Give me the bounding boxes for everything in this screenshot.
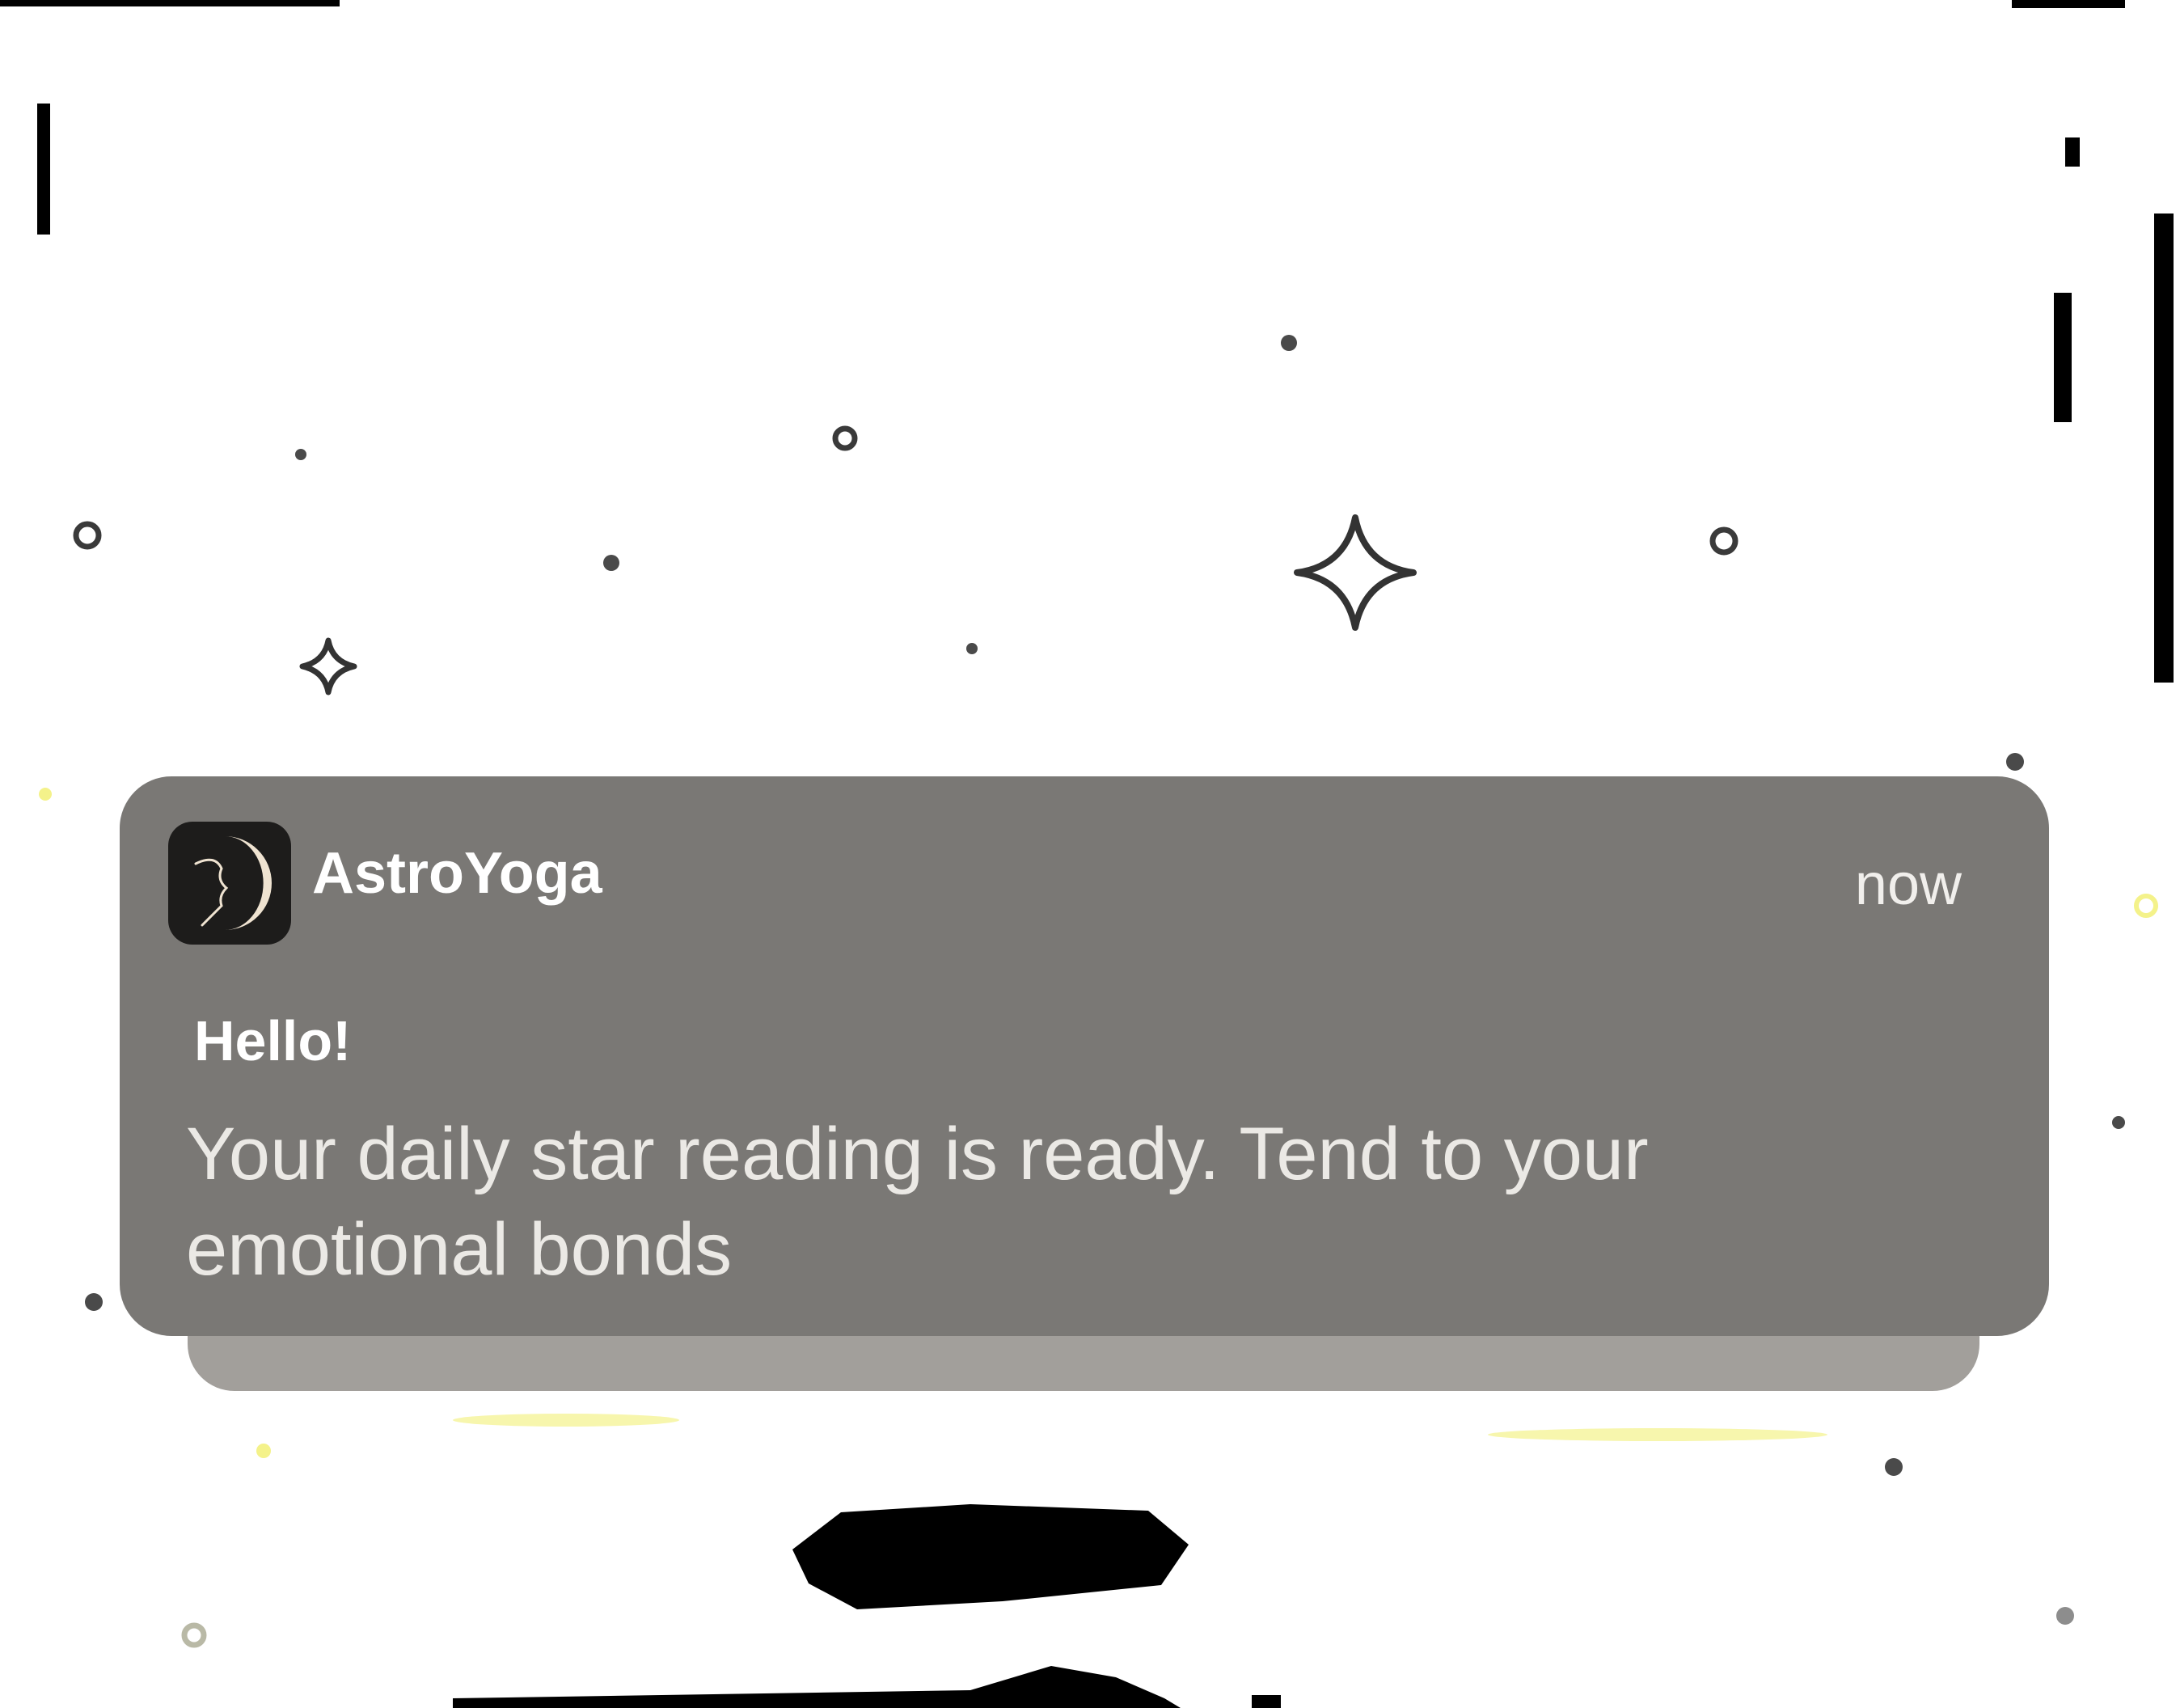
moon-crescent [225,836,272,930]
star-dot-icon [2112,1116,2125,1129]
sparkle-icon [1294,514,1417,631]
edge-artifact [453,1666,1181,1708]
edge-artifact [2054,293,2072,422]
notification-title: Hello! [194,1009,352,1072]
crescent-moon-face-icon [168,822,291,945]
glow-artifact [1488,1428,1827,1441]
face-profile [194,858,229,927]
star-dot-icon [2056,1607,2074,1625]
edge-artifact [0,0,340,6]
star-dot-icon [1885,1458,1903,1476]
glow-artifact [2134,894,2158,918]
star-dot-icon [85,1293,103,1311]
star-dot-icon [603,555,619,571]
sparkle-icon [299,637,357,695]
star-ring-icon [181,1622,207,1648]
star-ring-icon [832,425,858,451]
edge-artifact [792,1504,1189,1609]
edge-artifact [2012,0,2125,8]
app-name: AstroYoga [312,841,602,906]
glow-artifact [256,1444,271,1458]
notification-timestamp: now [1854,852,1962,917]
glow-artifact [453,1414,679,1427]
star-dot-icon [295,449,306,460]
star-ring-icon [73,521,102,550]
edge-artifact [37,104,50,235]
edge-artifact [2154,214,2174,683]
edge-artifact [2065,137,2080,167]
push-notification[interactable]: AstroYoga now Hello! Your daily star rea… [120,776,2049,1336]
edge-artifact [1252,1695,1281,1708]
star-dot-icon [1281,335,1297,351]
glow-artifact [39,788,52,801]
notification-body: Your daily star reading is ready. Tend t… [186,1113,1649,1291]
star-dot-icon [966,643,978,654]
star-dot-icon [2006,753,2024,771]
star-ring-icon [1709,526,1739,556]
lock-screen: AstroYoga now Hello! Your daily star rea… [0,0,2180,1708]
